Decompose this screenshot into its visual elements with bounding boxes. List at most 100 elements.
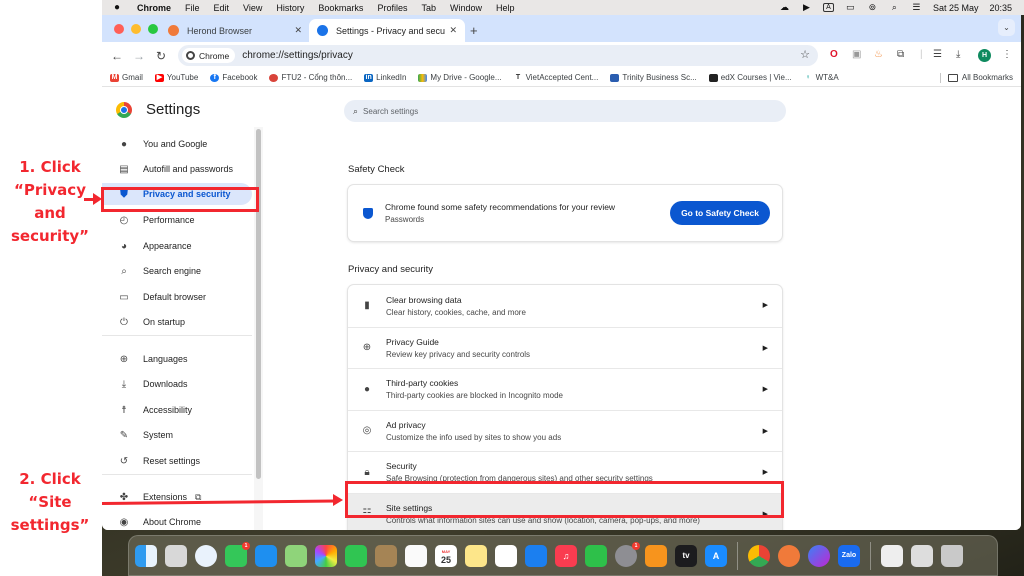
new-tab-button[interactable]: +	[470, 23, 478, 38]
menu-help[interactable]: Help	[496, 3, 515, 13]
maps-icon[interactable]	[285, 544, 307, 567]
freeform-icon[interactable]	[495, 544, 517, 567]
sidebar-item-system[interactable]: ✎ System	[102, 424, 252, 446]
reminders-icon[interactable]	[405, 544, 427, 567]
bookmark-item[interactable]: edX Courses | Vie...	[708, 73, 792, 82]
extensions-puzzle-icon[interactable]: ⧉	[897, 48, 904, 62]
search-settings-input[interactable]: ⌕ Search settings	[344, 100, 786, 122]
bookmark-item[interactable]: T VietAccepted Cent...	[514, 73, 598, 82]
all-bookmarks-button[interactable]: All Bookmarks	[947, 73, 1013, 82]
close-tab-icon[interactable]: ✕	[294, 25, 302, 36]
menu-history[interactable]: History	[276, 3, 304, 13]
menu-view[interactable]: View	[243, 3, 262, 13]
control-center-icon[interactable]: ☰	[911, 3, 922, 12]
address-bar[interactable]: Chrome chrome://settings/privacy ☆	[178, 45, 818, 66]
reading-list-icon[interactable]: ☰	[933, 48, 942, 62]
extension-icon[interactable]: ▣	[852, 48, 861, 62]
menu-bookmarks[interactable]: Bookmarks	[318, 3, 363, 13]
play-icon[interactable]: ▶	[801, 3, 812, 12]
notes-icon[interactable]	[465, 544, 487, 567]
sidebar-item-autofill[interactable]: ▤ Autofill and passwords	[102, 158, 252, 180]
menubar-date[interactable]: Sat 25 May	[933, 3, 979, 13]
menu-tab[interactable]: Tab	[421, 3, 436, 13]
menu-window[interactable]: Window	[450, 3, 482, 13]
facetime-icon[interactable]	[345, 544, 367, 567]
site-info-chip[interactable]: Chrome	[182, 48, 236, 63]
sidebar-item-you-and-google[interactable]: ● You and Google	[102, 133, 252, 155]
spotlight-search-icon[interactable]: ⌕	[889, 3, 900, 12]
bookmark-item[interactable]: Trinity Business Sc...	[610, 73, 697, 82]
tab-herond-browser[interactable]: Herond Browser ✕	[160, 19, 310, 42]
zalo-icon[interactable]: Zalo	[838, 544, 860, 567]
row-third-party-cookies[interactable]: ● Third-party cookies Third-party cookies…	[348, 368, 782, 410]
app-store-icon[interactable]: A	[705, 544, 727, 567]
minimize-window-button[interactable]	[131, 24, 141, 34]
input-source-icon[interactable]: A	[822, 3, 834, 12]
mail-icon[interactable]	[255, 544, 277, 567]
menu-file[interactable]: File	[185, 3, 200, 13]
sidebar-item-search-engine[interactable]: ⌕ Search engine	[102, 260, 252, 282]
row-clear-browsing-data[interactable]: ▮ Clear browsing data Clear history, cook…	[348, 285, 782, 327]
music-icon[interactable]: ♫	[555, 544, 577, 567]
calendar-icon[interactable]: MAY 25	[435, 544, 457, 567]
finder-icon[interactable]	[135, 544, 157, 567]
sidebar-item-performance[interactable]: ◴ Performance	[102, 209, 252, 231]
bookmark-item[interactable]: M Gmail	[110, 73, 143, 82]
contacts-icon[interactable]	[375, 544, 397, 567]
zoom-window-button[interactable]	[148, 24, 158, 34]
reload-button[interactable]: ↻	[150, 49, 172, 63]
go-to-safety-check-button[interactable]: Go to Safety Check	[670, 201, 770, 225]
bookmark-item[interactable]: in LinkedIn	[364, 73, 406, 82]
bookmark-item[interactable]: ♀ WT&A	[804, 73, 838, 82]
downloads-icon[interactable]: ⤓	[956, 48, 960, 62]
bookmark-star-icon[interactable]: ☆	[800, 48, 810, 61]
screen-mirroring-icon[interactable]: ⊚	[867, 3, 878, 12]
pages-icon[interactable]	[645, 544, 667, 567]
preview-icon[interactable]	[881, 544, 903, 567]
forward-button[interactable]: →	[128, 49, 150, 63]
url-text[interactable]: chrome://settings/privacy	[242, 50, 353, 61]
sidebar-item-languages[interactable]: ⊕ Languages	[102, 348, 252, 370]
messenger-icon[interactable]	[808, 544, 830, 567]
bookmark-item[interactable]: ▶ YouTube	[154, 73, 198, 82]
more-menu-icon[interactable]: ⋮	[1002, 48, 1012, 62]
battery-icon[interactable]: ▭	[845, 3, 856, 12]
sidebar-item-reset-settings[interactable]: ↺ Reset settings	[102, 450, 252, 472]
photos-icon[interactable]	[315, 544, 337, 567]
system-settings-icon[interactable]: 1	[615, 541, 640, 567]
sidebar-item-about-chrome[interactable]: ◉ About Chrome	[102, 511, 252, 530]
launchpad-icon[interactable]	[165, 544, 187, 567]
trash-icon[interactable]	[941, 544, 963, 567]
document-icon[interactable]	[911, 544, 933, 567]
herond-icon[interactable]	[778, 544, 800, 567]
sidebar-item-default-browser[interactable]: ▭ Default browser	[102, 286, 252, 308]
tab-settings[interactable]: Settings - Privacy and securit ✕	[309, 19, 465, 42]
menu-app-name[interactable]: Chrome	[137, 3, 171, 13]
fire-extension-icon[interactable]: ♨	[874, 48, 883, 62]
apple-tv-icon[interactable]: tv	[675, 544, 697, 567]
bookmark-item[interactable]: f Facebook	[210, 73, 257, 82]
sidebar-item-accessibility[interactable]: ☨ Accessibility	[102, 399, 252, 421]
cloud-sync-icon[interactable]: ☁	[779, 3, 790, 12]
opera-extension-icon[interactable]: O	[830, 48, 838, 62]
profile-avatar[interactable]: H	[978, 49, 991, 62]
menu-profiles[interactable]: Profiles	[377, 3, 407, 13]
menubar-time[interactable]: 20:35	[989, 3, 1012, 13]
close-window-button[interactable]	[114, 24, 124, 34]
tab-search-chevron-icon[interactable]: ⌄	[998, 19, 1015, 36]
chrome-icon[interactable]	[748, 544, 770, 567]
sidebar-item-appearance[interactable]: ◕ Appearance	[102, 235, 252, 257]
row-ad-privacy[interactable]: ◎ Ad privacy Customize the info used by s…	[348, 409, 782, 452]
numbers-icon[interactable]	[585, 544, 607, 567]
menu-edit[interactable]: Edit	[214, 3, 230, 13]
bookmark-item[interactable]: My Drive - Google...	[418, 73, 502, 82]
back-button[interactable]: ←	[106, 49, 128, 63]
sidebar-item-on-startup[interactable]: ⏻ On startup	[102, 311, 252, 333]
keynote-icon[interactable]	[525, 544, 547, 567]
sidebar-item-downloads[interactable]: ⤓ Downloads	[102, 373, 252, 395]
safari-icon[interactable]	[195, 544, 217, 567]
apple-menu-icon[interactable]: ●	[114, 2, 128, 13]
row-privacy-guide[interactable]: ⊕ Privacy Guide Review key privacy and se…	[348, 326, 782, 369]
bookmark-item[interactable]: FTU2 - Cổng thôn...	[269, 73, 352, 82]
close-tab-icon[interactable]: ✕	[449, 25, 457, 36]
